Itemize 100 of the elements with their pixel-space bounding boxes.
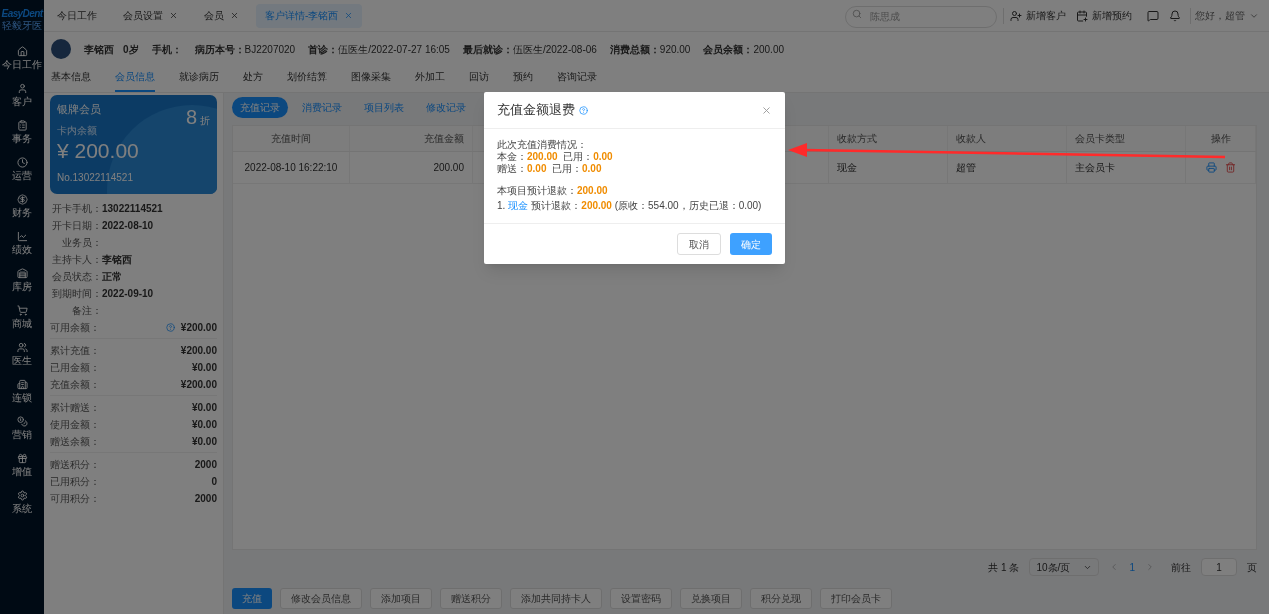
info-value: 2022-09-10	[102, 287, 154, 301]
chart-icon	[16, 231, 28, 242]
user-icon	[16, 83, 28, 94]
page-tab[interactable]: 今日工作	[48, 3, 106, 28]
action-button[interactable]: 添加项目	[370, 588, 432, 609]
sidebar-item[interactable]: 系统	[12, 484, 32, 521]
summary-line: 本金：200.00 已用：0.00	[497, 151, 614, 163]
sidebar-item[interactable]: 客户	[12, 77, 32, 114]
action-button[interactable]: 充值	[232, 588, 272, 609]
coin-icon	[16, 194, 28, 205]
column-header: 操作	[1210, 132, 1231, 146]
patient-field: 首诊：伍医生/2022-07-27 16:05	[308, 41, 450, 57]
info-value: 2000	[194, 458, 217, 472]
dialog-button[interactable]: 取消	[677, 233, 721, 255]
action-button[interactable]: 修改会员信息	[280, 588, 362, 609]
action-button[interactable]: 积分兑现	[750, 588, 812, 609]
sub-tab[interactable]: 就诊病历	[179, 69, 219, 92]
help-icon[interactable]	[165, 323, 175, 332]
sidebar-item[interactable]: 营销	[12, 410, 32, 447]
sub-tab[interactable]: 基本信息	[51, 69, 91, 92]
balance-label: 卡内余额	[57, 124, 98, 138]
record-tab[interactable]: 充值记录	[232, 96, 288, 118]
info-label: 已用金额：	[50, 361, 100, 375]
info-value: 正常	[102, 270, 122, 284]
info-value: ¥0.00	[191, 418, 217, 432]
user-plus-icon	[1010, 9, 1022, 22]
logo-subtitle: 轻毅牙医	[2, 21, 42, 31]
info-label: 到期时间：	[51, 287, 102, 301]
refund-detail: 预计退款：200.00 (原收：554.00，历史已退：0.00)	[531, 199, 762, 213]
sub-tab[interactable]: 咨询记录	[557, 69, 597, 92]
info-value: 13022114521	[102, 202, 163, 216]
summary-line: 赠送：0.00 已用：0.00	[497, 163, 603, 175]
action-button[interactable]: 打印会员卡	[820, 588, 892, 609]
sidebar-item[interactable]: 事务	[12, 114, 32, 151]
close-icon[interactable]	[169, 11, 178, 20]
refund-estimate: 本项目预计退款：200.00	[497, 184, 609, 198]
close-icon[interactable]	[761, 104, 772, 116]
dialog-button[interactable]: 确定	[730, 233, 772, 255]
sub-tab[interactable]: 预约	[513, 69, 533, 92]
column-header: 收款方式	[837, 132, 877, 146]
patient-age: 0岁	[123, 42, 139, 57]
patient-field: 会员余额：200.00	[703, 41, 785, 57]
avatar	[51, 39, 71, 59]
info-value: ¥0.00	[191, 401, 217, 415]
page-tab[interactable]: 会员	[195, 3, 248, 28]
sidebar-item[interactable]: 库房	[12, 262, 32, 299]
dialog-title: 充值金额退费	[497, 101, 575, 120]
sidebar-item[interactable]: 财务	[12, 188, 32, 225]
info-value: ¥0.00	[191, 361, 217, 375]
info-label: 业务员：	[61, 236, 102, 250]
info-label: 累计充值：	[50, 344, 100, 358]
info-value: ¥0.00	[191, 435, 217, 449]
help-icon[interactable]	[579, 105, 588, 115]
sub-tab[interactable]: 图像采集	[351, 69, 391, 92]
header-action-button[interactable]: 新增预约	[1076, 8, 1132, 23]
card-number: No.13022114521	[57, 171, 134, 185]
sidebar-item[interactable]: 增值	[12, 447, 32, 484]
member-level: 银牌会员	[57, 102, 101, 117]
payment-method-link[interactable]: 现金	[508, 198, 529, 213]
page-unit: 页	[1247, 560, 1257, 575]
sidebar-item[interactable]: 医生	[12, 336, 32, 373]
goto-label: 前往	[1171, 560, 1191, 575]
coins-icon	[16, 416, 28, 427]
patient-field: 手机：	[151, 41, 182, 57]
column-header: 收款人	[956, 132, 986, 146]
info-label: 累计赠送：	[50, 401, 100, 415]
goto-page-field[interactable]: 1	[1201, 558, 1237, 576]
sidebar-item[interactable]: 今日工作	[2, 40, 42, 77]
info-value: 2000	[194, 492, 217, 506]
close-icon[interactable]	[344, 11, 354, 20]
page-size-select[interactable]: 10条/页	[1029, 558, 1100, 576]
action-button[interactable]: 设置密码	[610, 588, 672, 609]
home-icon	[16, 46, 28, 57]
sidebar-item[interactable]: 运营	[12, 151, 32, 188]
logo: EasyDent	[1, 9, 43, 19]
info-value: 李铭西	[102, 253, 132, 267]
delete-icon[interactable]	[1224, 162, 1236, 173]
sidebar-item[interactable]: 绩效	[12, 225, 32, 262]
page-tab[interactable]: 会员设置	[114, 3, 187, 28]
calendar-plus-icon	[1076, 9, 1088, 22]
message-icon[interactable]	[1147, 9, 1159, 22]
close-icon[interactable]	[230, 11, 239, 20]
bell-icon[interactable]	[1169, 9, 1181, 22]
user-menu[interactable]: 您好，超管	[1195, 8, 1259, 23]
sub-tab[interactable]: 外加工	[415, 69, 445, 92]
patient-name: 李铭西	[84, 42, 114, 57]
sidebar-item[interactable]: 商城	[12, 299, 32, 336]
action-button[interactable]: 兑换项目	[680, 588, 742, 609]
sidebar-item[interactable]: 连锁	[12, 373, 32, 410]
action-button[interactable]: 添加共同持卡人	[510, 588, 602, 609]
total-count: 共 1 条	[988, 560, 1020, 575]
action-button[interactable]: 赠送积分	[440, 588, 502, 609]
sub-tab[interactable]: 处方	[243, 69, 263, 92]
refund-index: 1.	[497, 199, 506, 213]
print-icon[interactable]	[1205, 162, 1217, 173]
table-cell-text: 超管	[956, 161, 976, 175]
sub-tab[interactable]: 划价结算	[287, 69, 327, 92]
sub-tab[interactable]: 回访	[469, 69, 489, 92]
next-page-icon[interactable]	[1145, 562, 1155, 572]
header-action-button[interactable]: 新增客户	[1010, 8, 1066, 23]
